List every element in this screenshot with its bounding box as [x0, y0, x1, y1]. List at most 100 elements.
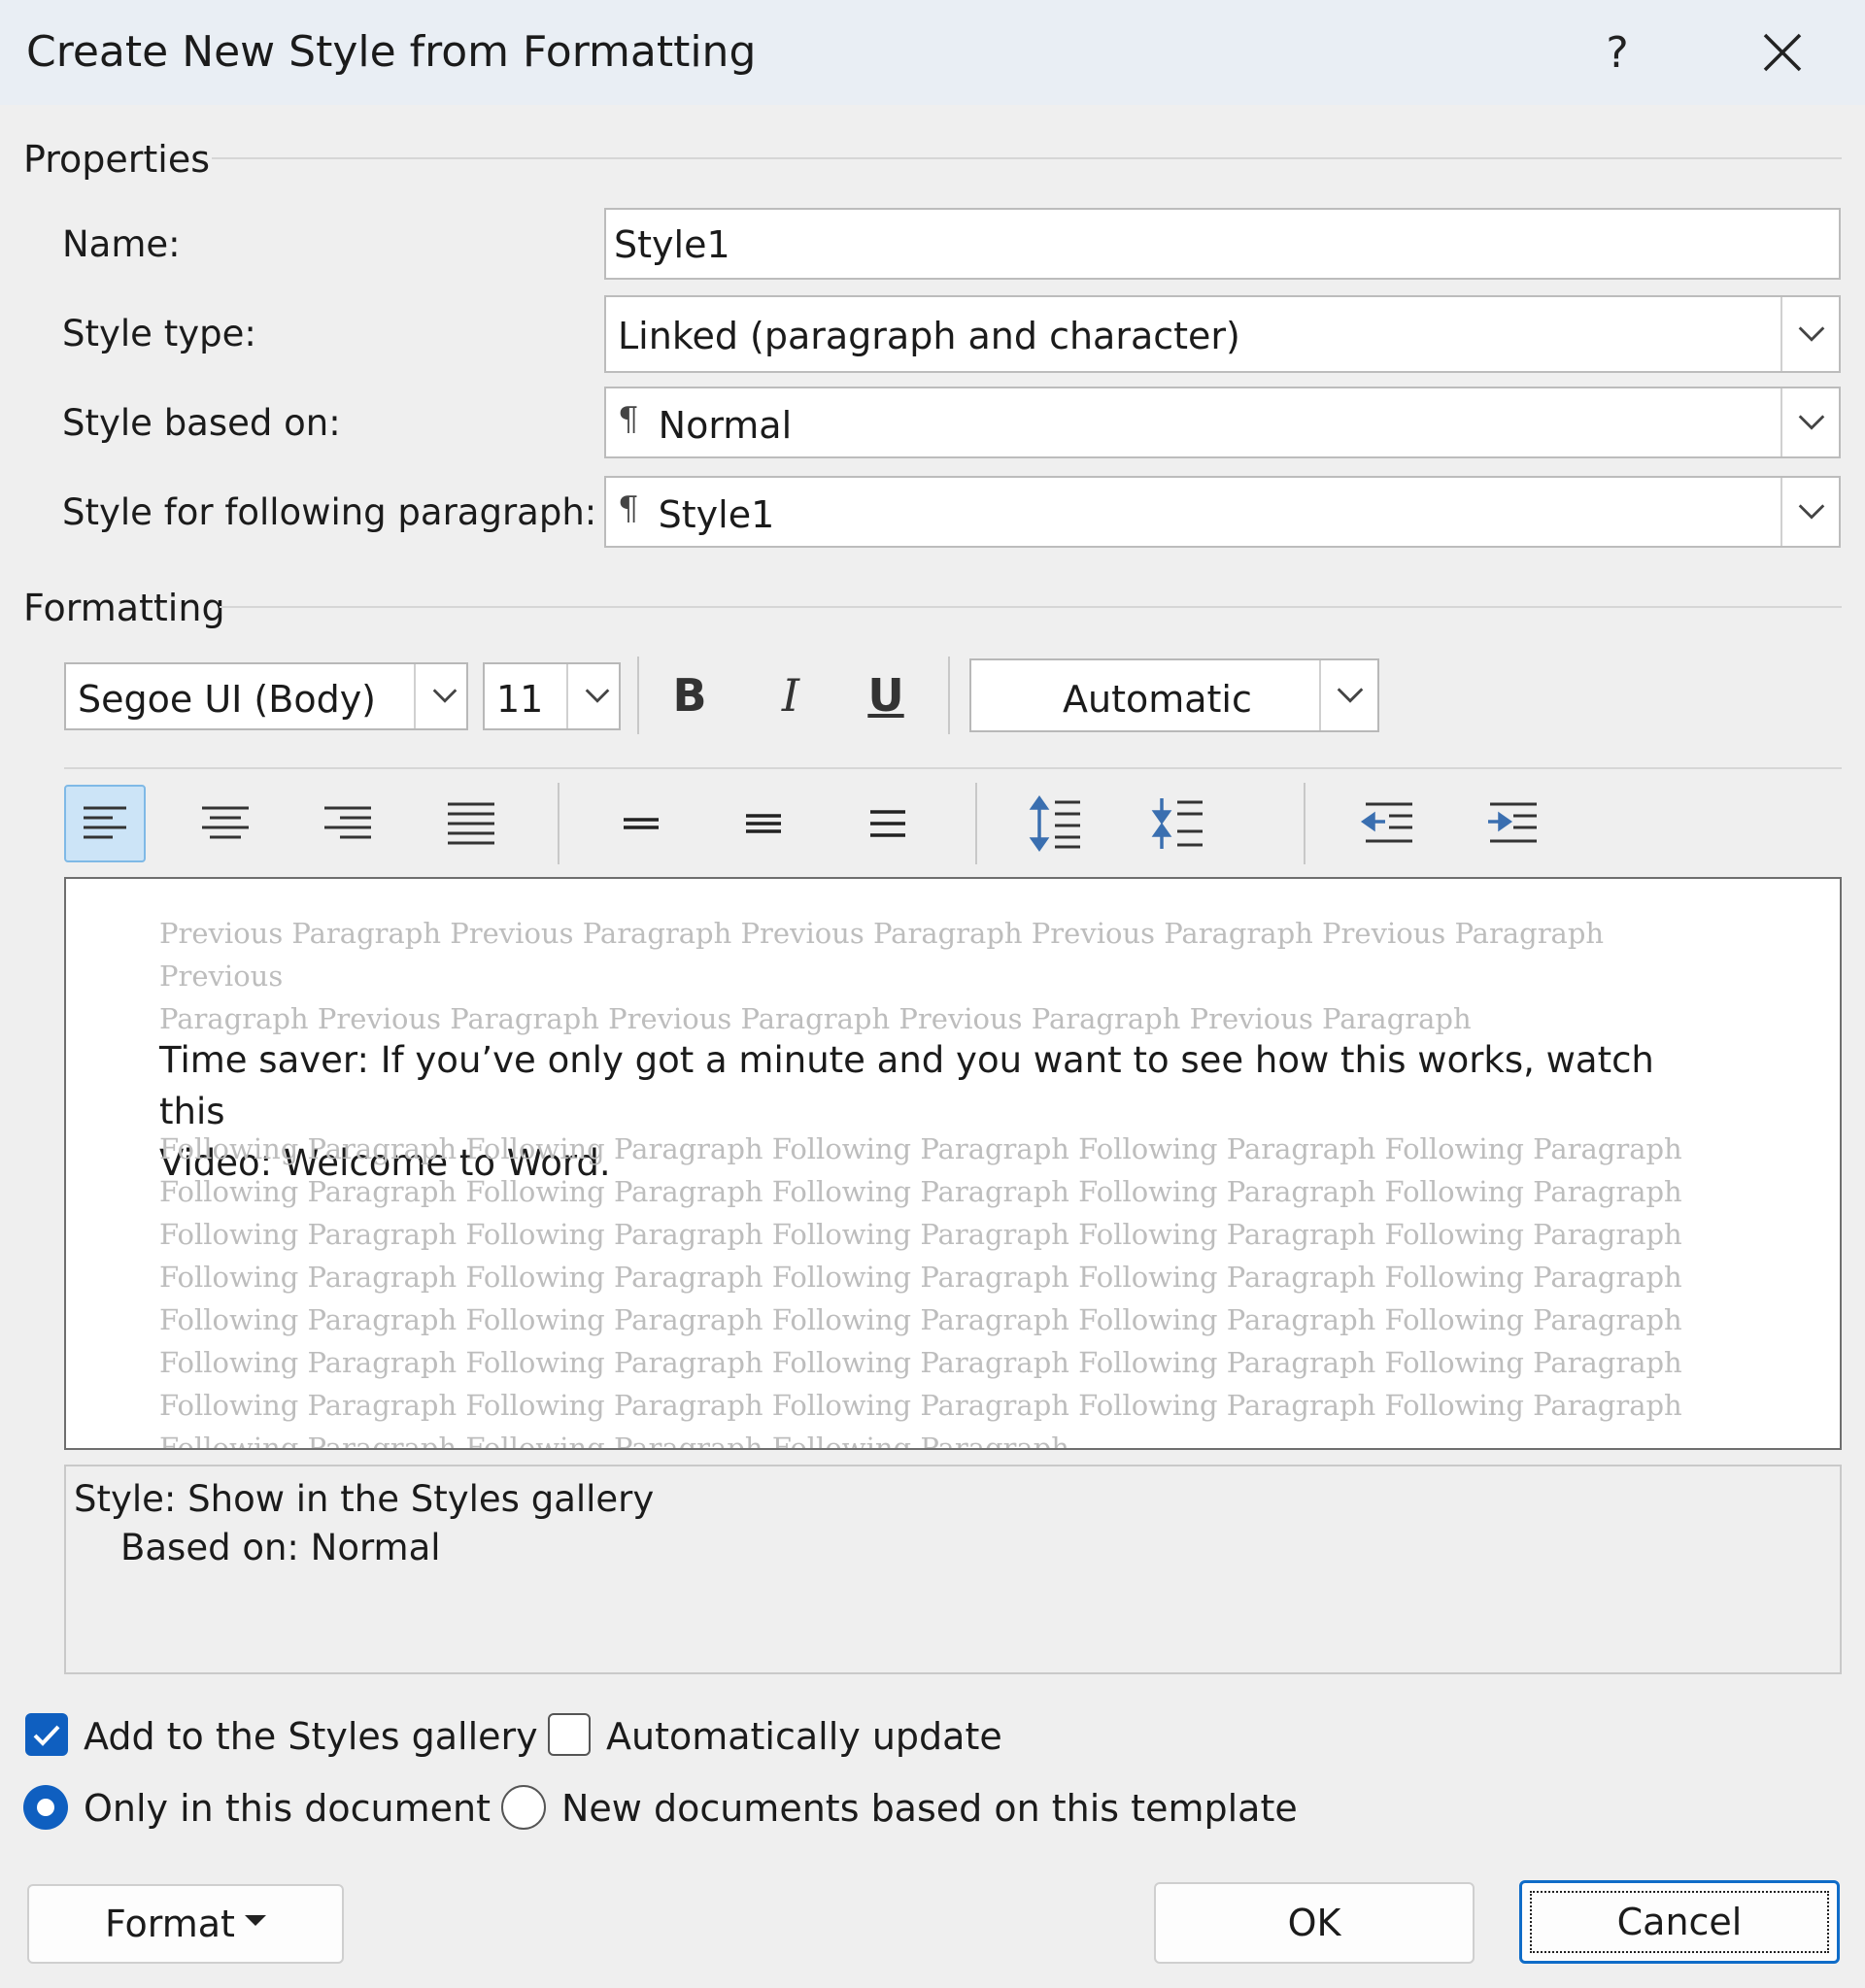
- align-center-button[interactable]: [185, 785, 266, 862]
- justify-button[interactable]: [430, 785, 512, 862]
- style-type-value: Linked (paragraph and character): [618, 315, 1240, 357]
- only-this-document-radio[interactable]: [23, 1785, 68, 1830]
- chevron-down-icon: [1798, 504, 1825, 520]
- style-type-dropdown-button[interactable]: [1780, 297, 1839, 371]
- font-size-value: 11: [496, 678, 544, 721]
- font-dropdown-button[interactable]: [414, 664, 466, 728]
- following-paragraph-dropdown-button[interactable]: [1780, 478, 1839, 546]
- toolbar-separator: [1304, 783, 1306, 864]
- preview-line: Time saver: If you’ve only got a minute …: [159, 1039, 1654, 1132]
- preview-line: Following Paragraph Following Paragraph …: [159, 1218, 1682, 1251]
- paragraph-mark-icon: ¶: [618, 400, 639, 439]
- toolbar-separator: [637, 657, 639, 734]
- checkmark-icon: [33, 1725, 60, 1746]
- new-documents-radio[interactable]: [501, 1785, 546, 1830]
- based-on-label: Style based on:: [62, 402, 341, 444]
- toolbar-separator: [948, 657, 950, 734]
- help-button[interactable]: ?: [1583, 19, 1651, 87]
- auto-update-checkbox[interactable]: [548, 1713, 591, 1756]
- previous-paragraph-text: Previous Paragraph Previous Paragraph Pr…: [159, 912, 1713, 1040]
- toolbar-divider: [64, 767, 1842, 769]
- one-half-spacing-button[interactable]: [723, 785, 804, 862]
- caret-down-icon: [244, 1914, 266, 1926]
- title-bar: Create New Style from Formatting ?: [0, 0, 1865, 105]
- align-left-icon: [84, 806, 126, 839]
- toolbar-separator: [975, 783, 977, 864]
- paragraph-mark-icon: ¶: [618, 489, 639, 528]
- formatting-group-label: Formatting: [23, 587, 225, 629]
- chevron-down-icon: [585, 689, 610, 703]
- description-line: Style: Show in the Styles gallery: [74, 1478, 655, 1520]
- preview-line: Following Paragraph Following Paragraph …: [159, 1175, 1682, 1208]
- focus-rectangle: [1530, 1891, 1829, 1953]
- font-size-select[interactable]: 11: [483, 662, 621, 730]
- align-left-button[interactable]: [64, 785, 146, 862]
- based-on-value-wrap: ¶ Normal: [618, 400, 793, 447]
- create-style-dialog: Create New Style from Formatting ? Prope…: [0, 0, 1865, 1988]
- underline-button[interactable]: U: [845, 657, 927, 734]
- dialog-title: Create New Style from Formatting: [26, 27, 757, 77]
- only-this-document-label[interactable]: Only in this document: [84, 1787, 491, 1830]
- following-value-wrap: ¶ Style1: [618, 489, 775, 536]
- align-right-button[interactable]: [307, 785, 389, 862]
- name-label: Name:: [62, 223, 181, 265]
- double-spacing-button[interactable]: [847, 785, 929, 862]
- font-color-select[interactable]: Automatic: [969, 658, 1379, 732]
- preview-line: Following Paragraph Following Paragraph …: [159, 1432, 1069, 1450]
- font-color-dropdown-button[interactable]: [1319, 660, 1377, 730]
- style-preview: Previous Paragraph Previous Paragraph Pr…: [64, 877, 1842, 1450]
- name-field-value: Style1: [614, 223, 730, 266]
- close-icon: [1763, 33, 1802, 72]
- decrease-paragraph-spacing-icon: [1151, 798, 1203, 849]
- ok-button[interactable]: OK: [1154, 1882, 1475, 1964]
- bold-button[interactable]: B: [649, 657, 730, 734]
- add-to-gallery-label[interactable]: Add to the Styles gallery: [84, 1715, 538, 1758]
- following-paragraph-value: Style1: [658, 493, 775, 536]
- description-line: Based on: Normal: [120, 1527, 441, 1568]
- following-paragraph-select[interactable]: ¶ Style1: [604, 476, 1841, 548]
- based-on-select[interactable]: ¶ Normal: [604, 387, 1841, 458]
- style-description: Style: Show in the Styles gallery Based …: [64, 1465, 1842, 1674]
- format-button-label: Format: [105, 1903, 235, 1945]
- font-select[interactable]: Segoe UI (Body): [64, 662, 468, 730]
- auto-update-label[interactable]: Automatically update: [606, 1715, 1002, 1758]
- preview-line: Following Paragraph Following Paragraph …: [159, 1303, 1682, 1336]
- decrease-indent-icon: [1360, 802, 1412, 843]
- chevron-down-icon: [1798, 326, 1825, 342]
- based-on-dropdown-button[interactable]: [1780, 388, 1839, 456]
- chevron-down-icon: [432, 689, 458, 703]
- decrease-indent-button[interactable]: [1348, 785, 1430, 862]
- properties-group-label: Properties: [23, 138, 211, 181]
- increase-indent-icon: [1488, 802, 1537, 843]
- preview-line: Previous Paragraph Previous Paragraph Pr…: [159, 917, 1605, 993]
- preview-line: Following Paragraph Following Paragraph …: [159, 1389, 1682, 1422]
- properties-divider: [212, 157, 1842, 159]
- ok-button-label: OK: [1287, 1902, 1341, 1944]
- font-color-value: Automatic: [1063, 678, 1252, 721]
- based-on-value: Normal: [658, 404, 793, 447]
- increase-paragraph-spacing-icon: [1029, 794, 1080, 853]
- name-field[interactable]: Style1: [604, 208, 1841, 280]
- formatting-divider: [220, 606, 1842, 608]
- align-right-icon: [324, 806, 371, 839]
- style-type-select[interactable]: Linked (paragraph and character): [604, 295, 1841, 373]
- preview-line: Following Paragraph Following Paragraph …: [159, 1132, 1682, 1165]
- increase-paragraph-spacing-button[interactable]: [1016, 785, 1098, 862]
- close-button[interactable]: [1744, 19, 1821, 87]
- single-spacing-button[interactable]: [600, 785, 682, 862]
- increase-indent-button[interactable]: [1473, 785, 1554, 862]
- decrease-paragraph-spacing-button[interactable]: [1138, 785, 1220, 862]
- following-paragraph-text: Following Paragraph Following Paragraph …: [159, 1128, 1713, 1450]
- justify-icon: [448, 802, 494, 845]
- new-documents-label[interactable]: New documents based on this template: [561, 1787, 1298, 1830]
- italic-button[interactable]: I: [750, 657, 831, 734]
- single-spacing-icon: [624, 818, 659, 829]
- one-half-spacing-icon: [746, 814, 781, 833]
- align-center-icon: [202, 806, 249, 839]
- format-menu-button[interactable]: Format: [27, 1884, 344, 1964]
- add-to-gallery-checkbox[interactable]: [25, 1713, 68, 1756]
- font-size-dropdown-button[interactable]: [566, 664, 619, 728]
- cancel-button[interactable]: Cancel: [1519, 1880, 1840, 1964]
- font-value: Segoe UI (Body): [78, 678, 377, 721]
- preview-line: Following Paragraph Following Paragraph …: [159, 1346, 1682, 1379]
